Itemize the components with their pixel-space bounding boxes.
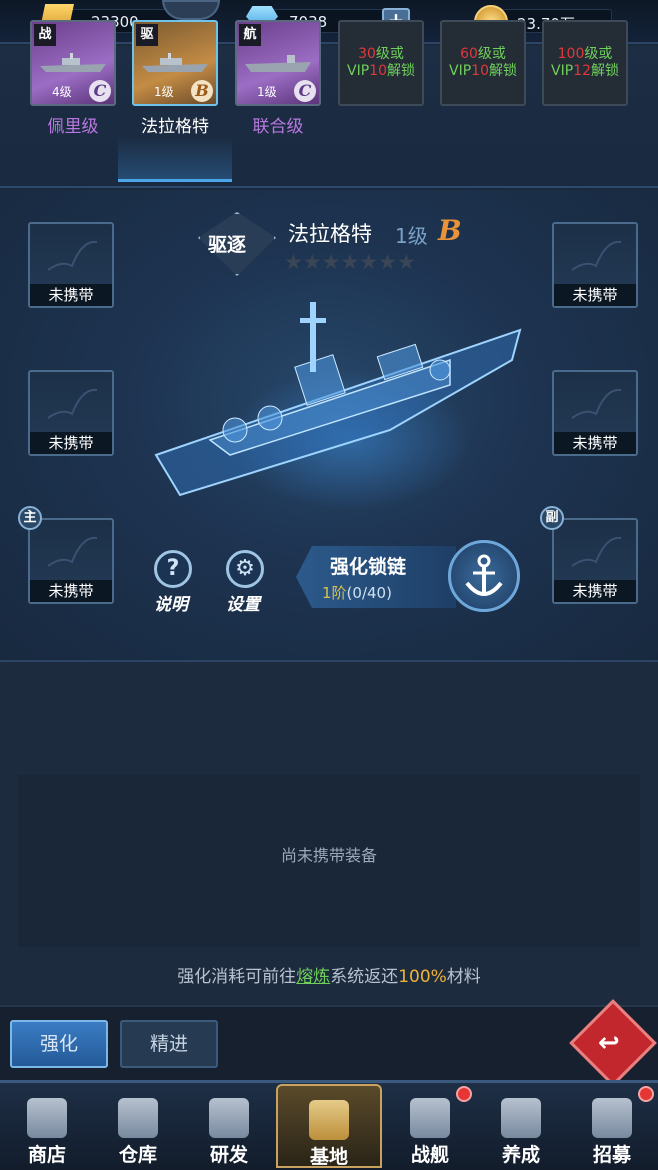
main-weapon-badge: 主 [18, 506, 42, 530]
ship-level: 1级 [154, 85, 174, 99]
recruit-icon [592, 1098, 632, 1138]
equip-slot-left-2[interactable]: 未携带 [28, 370, 114, 456]
slot-label: 未携带 [554, 432, 636, 454]
avatar[interactable] [162, 0, 220, 20]
ship-name-tab-1[interactable]: 佩里级 [18, 112, 128, 137]
star-rating: ★★★★★★★ [284, 250, 416, 274]
refine-tab[interactable]: 精进 [120, 1020, 218, 1068]
ship-grade: B [438, 214, 462, 247]
empty-slot-icon [47, 240, 98, 271]
ship-grade-badge: C [89, 80, 111, 102]
gear-icon[interactable]: ⚙ [226, 550, 264, 588]
equip-slot-sub[interactable]: 未携带 [552, 518, 638, 604]
ship-type-badge: 战 [34, 24, 56, 46]
ship-name: 法拉格特 [288, 222, 372, 246]
ship-slot-1[interactable]: 战 4级 C [30, 20, 116, 106]
unlock-condition: 60级或 VIP10解锁 [449, 46, 517, 79]
slot-label: 未携带 [30, 432, 112, 454]
enhance-chain-title: 强化锁链 [330, 556, 407, 578]
research-icon [209, 1098, 249, 1138]
nav-develop[interactable]: 养成 [477, 1084, 565, 1168]
locked-slot-1[interactable]: 30级或 VIP10解锁 [338, 20, 424, 106]
base-icon [309, 1100, 349, 1140]
ship-hologram [154, 302, 522, 510]
empty-slot-icon [47, 388, 98, 419]
empty-slot-icon [571, 388, 622, 419]
carrier-icon [245, 55, 311, 72]
empty-slot-icon [47, 536, 98, 567]
ship-name-tab-3[interactable]: 联合级 [223, 112, 333, 137]
equip-slot-right-1[interactable]: 未携带 [552, 222, 638, 308]
selected-tab-highlight [118, 136, 232, 182]
unlock-condition: 100级或 VIP12解锁 [551, 46, 619, 79]
ship-slot-3[interactable]: 航 1级 C [235, 20, 321, 106]
unlock-condition: 30级或 VIP10解锁 [347, 46, 415, 79]
ship-slot-2[interactable]: 驱 1级 B [132, 20, 218, 106]
nav-base[interactable]: 基地 [276, 1084, 382, 1168]
equip-slot-main[interactable]: 未携带 [28, 518, 114, 604]
ship-grade-badge: C [294, 80, 316, 102]
locked-slot-2[interactable]: 60级或 VIP10解锁 [440, 20, 526, 106]
equip-slot-left-1[interactable]: 未携带 [28, 222, 114, 308]
battleship-icon [40, 53, 106, 72]
nav-warehouse[interactable]: 仓库 [94, 1084, 182, 1168]
help-button-label[interactable]: 说明 [154, 590, 188, 615]
ship-type-badge: 驱 [136, 24, 158, 46]
enhance-chain-level: 1阶(0/40) [322, 584, 392, 602]
ship-name-tab-2[interactable]: 法拉格特 [120, 112, 230, 137]
ship-type-label: 驱逐 [208, 234, 247, 256]
anchor-develop-icon [501, 1098, 541, 1138]
locked-slot-3[interactable]: 100级或 VIP12解锁 [542, 20, 628, 106]
ship-level: 1级 [257, 85, 277, 99]
shop-icon [27, 1098, 67, 1138]
ship-level: 1级 [395, 224, 428, 248]
destroyer-icon [142, 53, 208, 72]
help-icon[interactable]: ? [154, 550, 192, 588]
anchor-icon[interactable] [448, 540, 520, 612]
ship-type-badge: 航 [239, 24, 261, 46]
no-equipment-text: 尚未携带装备 [280, 846, 377, 865]
empty-slot-icon [571, 536, 622, 567]
sub-weapon-badge: 副 [540, 506, 564, 530]
nav-shop[interactable]: 商店 [3, 1084, 91, 1168]
warship-icon [410, 1098, 450, 1138]
slot-label: 未携带 [30, 580, 112, 602]
ship-grade-badge: B [191, 80, 213, 102]
slot-label: 未携带 [554, 580, 636, 602]
back-arrow-icon: ↩ [598, 1028, 620, 1058]
slot-label: 未携带 [30, 284, 112, 306]
slot-label: 未携带 [554, 284, 636, 306]
nav-research[interactable]: 研发 [185, 1084, 273, 1168]
warehouse-icon [118, 1098, 158, 1138]
ship-level: 4级 [52, 85, 72, 99]
smelt-link[interactable]: 熔炼 [296, 967, 330, 987]
enhance-note: 强化消耗可前往熔炼系统返还100%材料 [177, 967, 481, 987]
enhance-tab[interactable]: 强化 [10, 1020, 108, 1068]
equip-slot-right-2[interactable]: 未携带 [552, 370, 638, 456]
settings-button-label[interactable]: 设置 [226, 590, 260, 615]
empty-slot-icon [571, 240, 622, 271]
notification-dot [456, 1086, 472, 1102]
notification-dot [638, 1086, 654, 1102]
